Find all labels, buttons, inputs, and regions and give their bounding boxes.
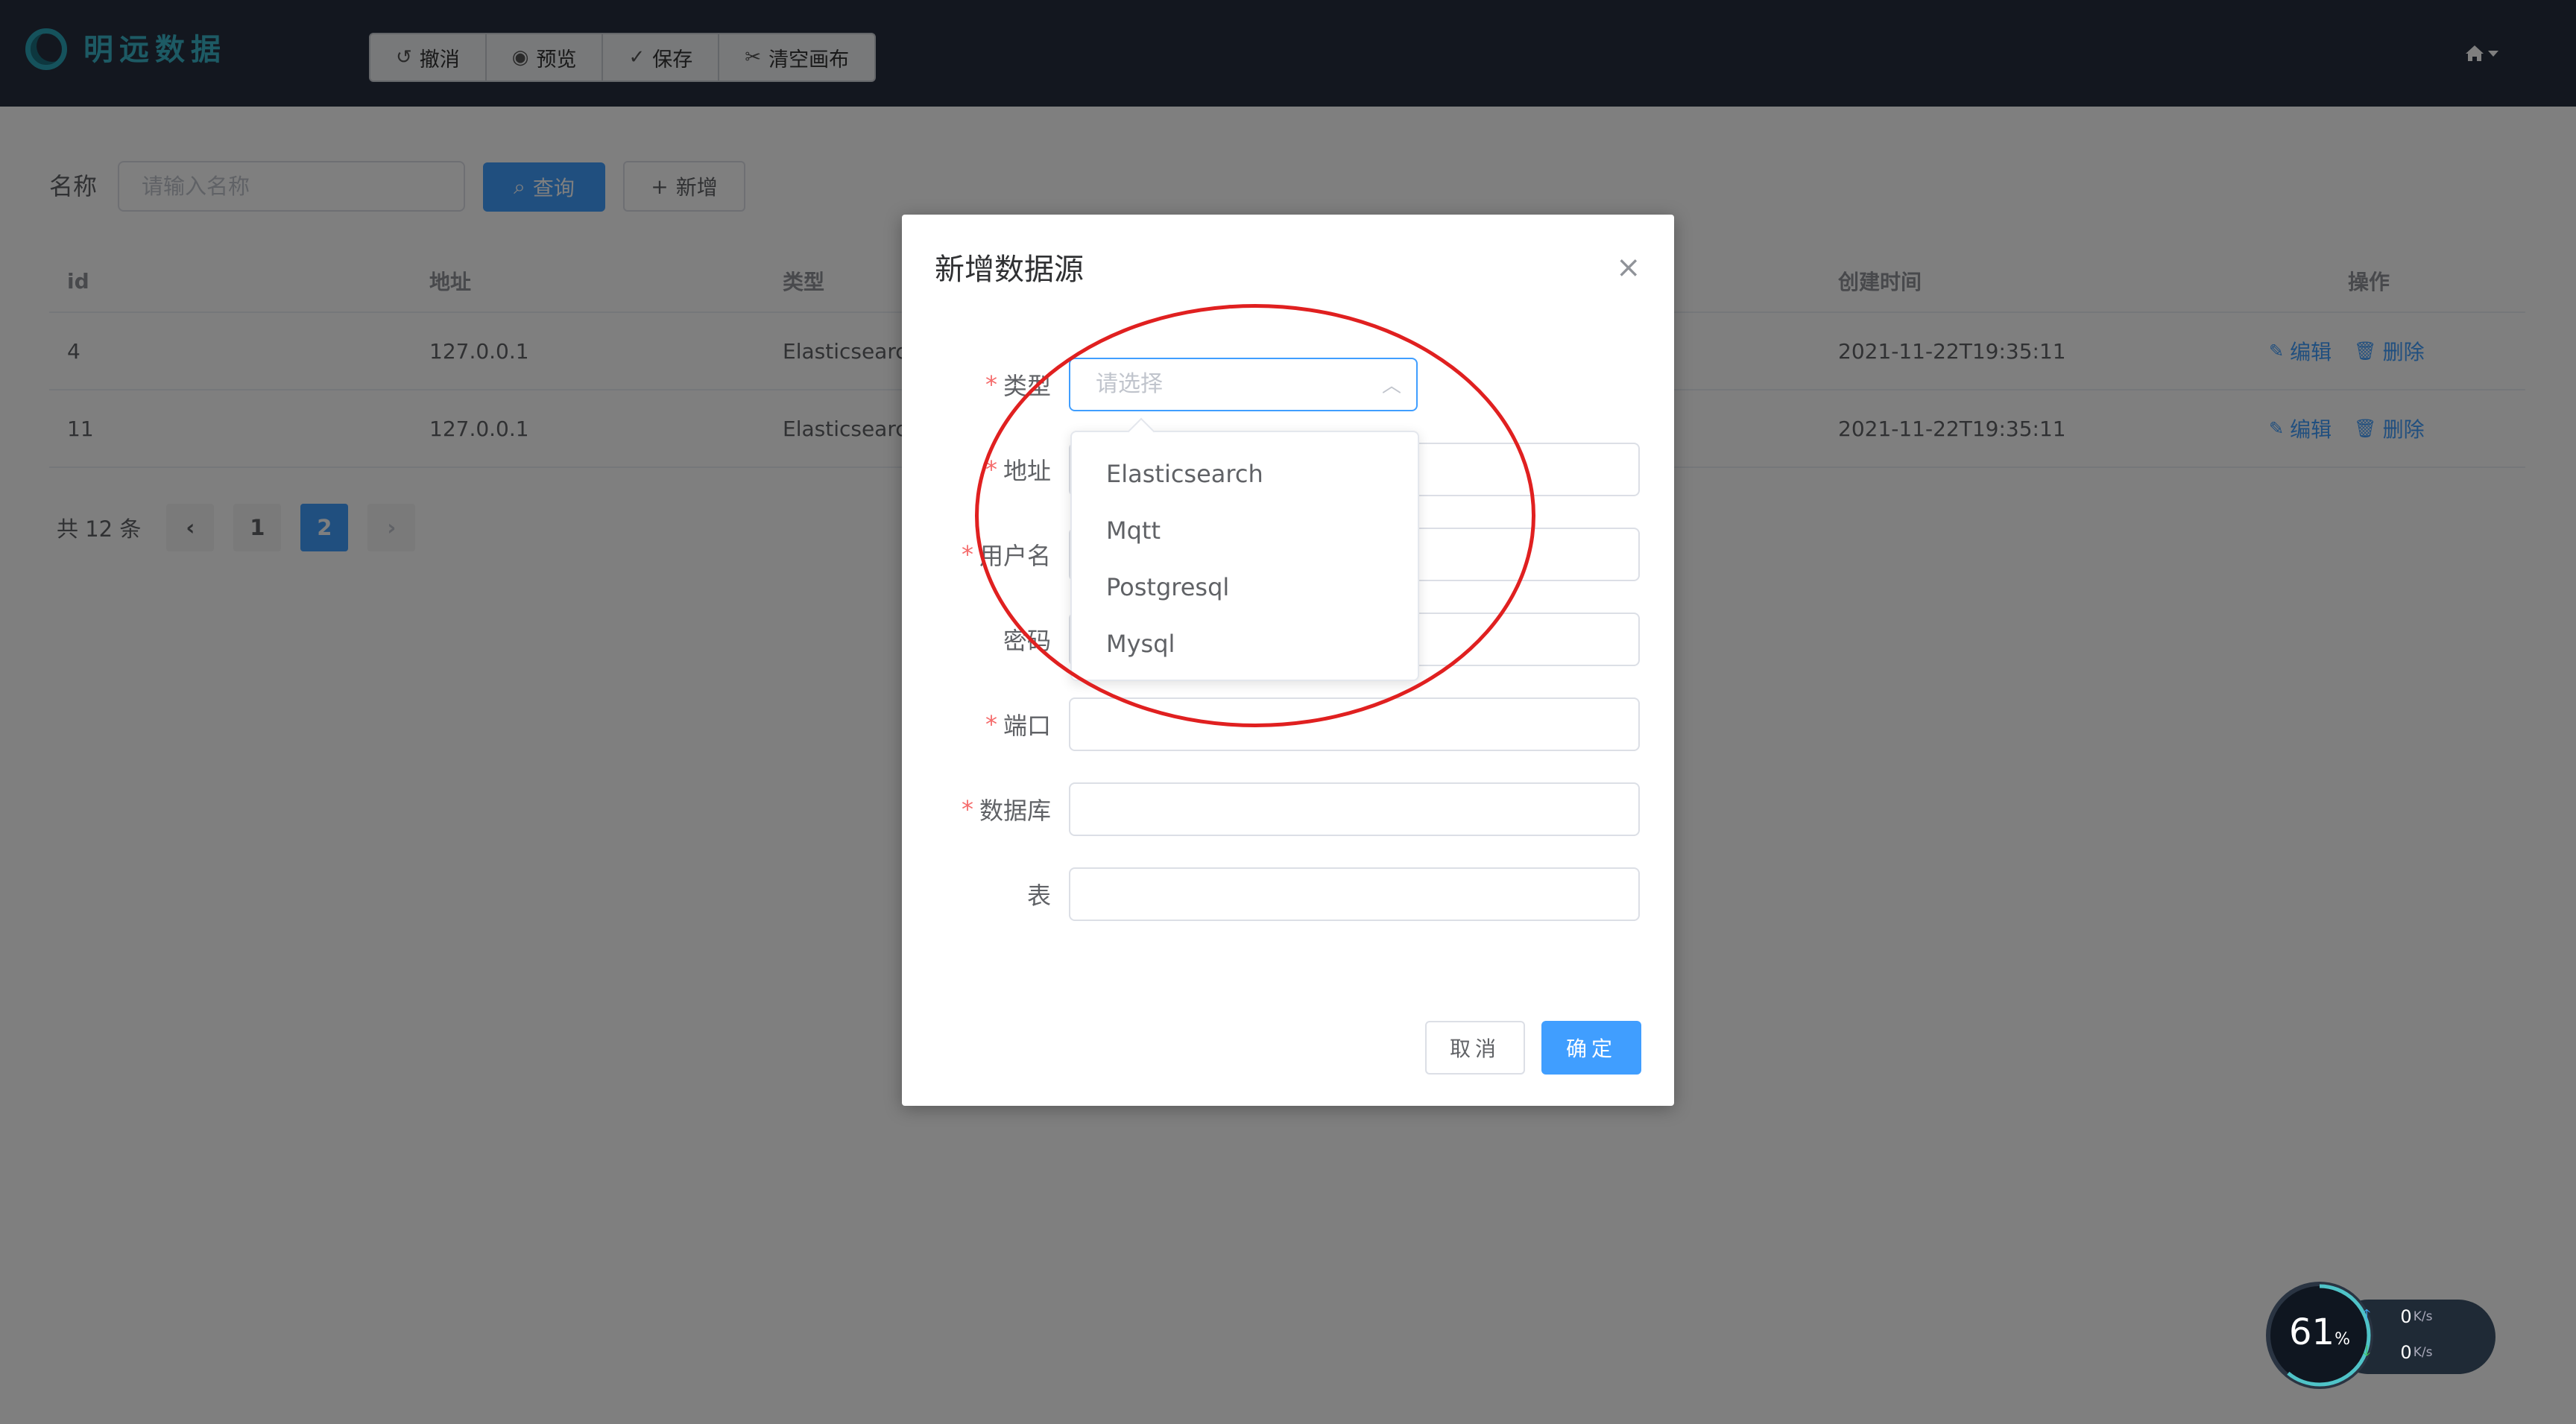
download-unit: K/s	[2413, 1345, 2433, 1360]
form-row-database: * 数据库	[902, 782, 1674, 836]
table-label: 表	[1027, 867, 1051, 921]
port-label-text: 端口	[1003, 712, 1051, 740]
download-arrow-icon: 🡓	[2363, 1341, 2371, 1359]
database-field[interactable]	[1069, 782, 1640, 836]
confirm-button[interactable]: 确定	[1541, 1021, 1641, 1075]
port-label: * 端口	[985, 697, 1051, 751]
upload-arrow-icon: 🡑	[2363, 1306, 2371, 1323]
system-monitor-widget[interactable]: 61% 🡑 0 K/s 🡓 0 K/s	[2266, 1282, 2496, 1393]
download-value: 0	[2400, 1342, 2412, 1363]
dialog-title: 新增数据源	[935, 253, 1084, 287]
database-label: * 数据库	[962, 782, 1051, 836]
upload-unit: K/s	[2413, 1309, 2433, 1324]
download-speed: 🡓 0 K/s	[2363, 1340, 2432, 1365]
table-label-text: 表	[1026, 882, 1051, 910]
required-mark: *	[985, 710, 997, 738]
required-mark: *	[961, 795, 973, 823]
close-icon[interactable]: ×	[1616, 249, 1641, 286]
upload-speed: 🡑 0 K/s	[2363, 1304, 2432, 1329]
required-mark: *	[985, 370, 997, 399]
cpu-usage-text: 61%	[2266, 1311, 2373, 1353]
annotation-ellipse	[975, 304, 1535, 727]
cpu-percent-unit: %	[2334, 1330, 2350, 1349]
database-label-text: 数据库	[979, 797, 1051, 825]
table-field[interactable]	[1069, 867, 1640, 921]
required-mark: *	[961, 540, 973, 569]
cancel-button[interactable]: 取消	[1425, 1021, 1525, 1075]
upload-value: 0	[2400, 1306, 2412, 1327]
form-row-table: 表	[902, 867, 1674, 921]
cpu-percent-value: 61	[2289, 1311, 2335, 1353]
